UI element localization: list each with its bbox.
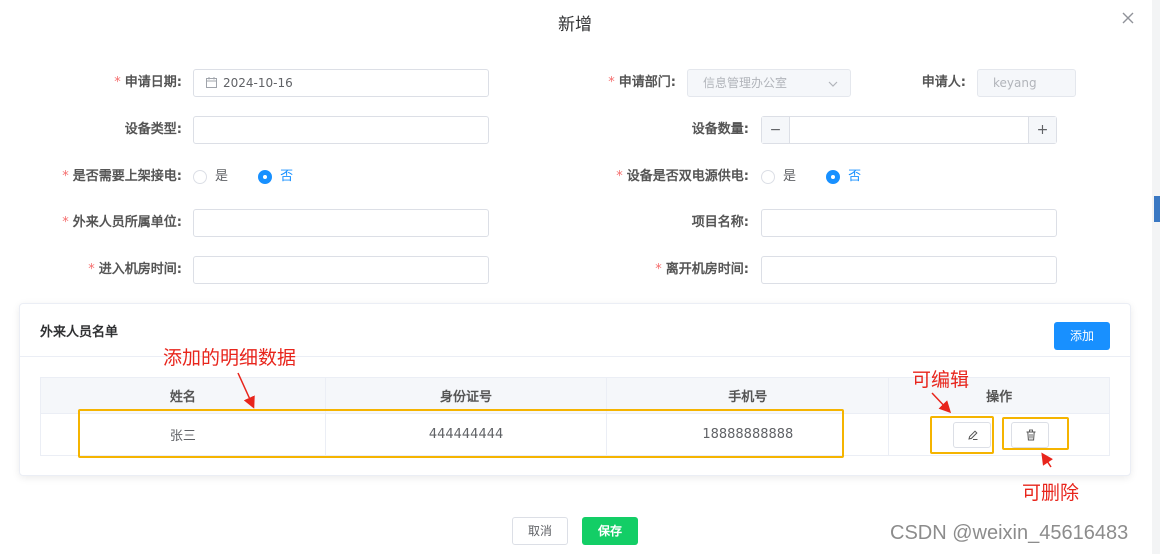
arrow-to-edit-button	[931, 392, 952, 414]
arrow-to-delete-button	[1041, 452, 1053, 468]
save-button[interactable]: 保存	[582, 517, 638, 545]
cancel-button[interactable]: 取消	[512, 517, 568, 545]
csdn-watermark: CSDN @weixin_45616483	[890, 522, 1129, 544]
arrow-to-detail-row	[237, 372, 255, 409]
annotation-arrows	[237, 372, 1053, 468]
